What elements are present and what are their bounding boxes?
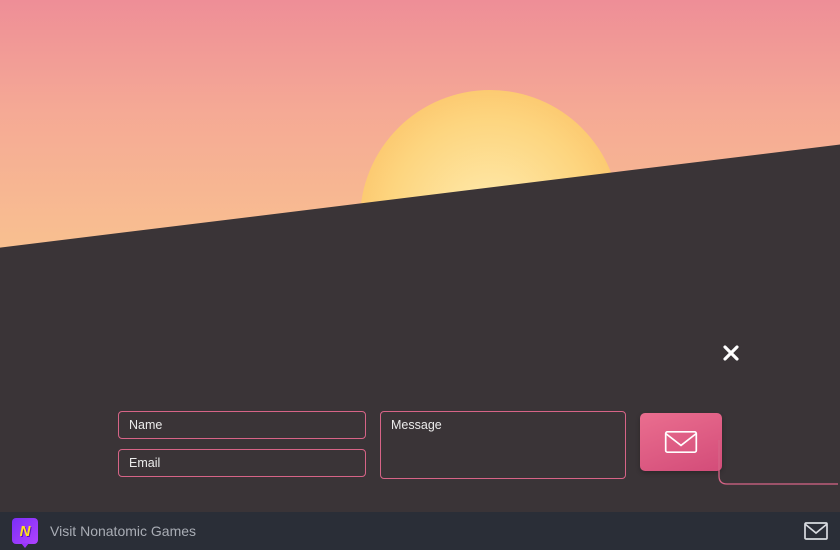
envelope-icon [804,522,828,540]
message-input[interactable] [380,411,626,479]
send-button[interactable] [640,413,722,471]
name-input[interactable] [118,411,366,439]
envelope-icon [664,429,698,455]
close-icon [722,344,740,362]
app-root: N Visit Nonatomic Games [0,0,840,550]
contact-form [118,411,722,479]
footer-link[interactable]: Visit Nonatomic Games [50,523,196,539]
brand-logo[interactable]: N [12,518,38,544]
footer-mail-button[interactable] [804,522,828,540]
brand-logo-letter: N [20,523,31,540]
email-input[interactable] [118,449,366,477]
close-button[interactable] [720,342,742,364]
footer-bar: N Visit Nonatomic Games [0,512,840,550]
form-left-column [118,411,366,479]
